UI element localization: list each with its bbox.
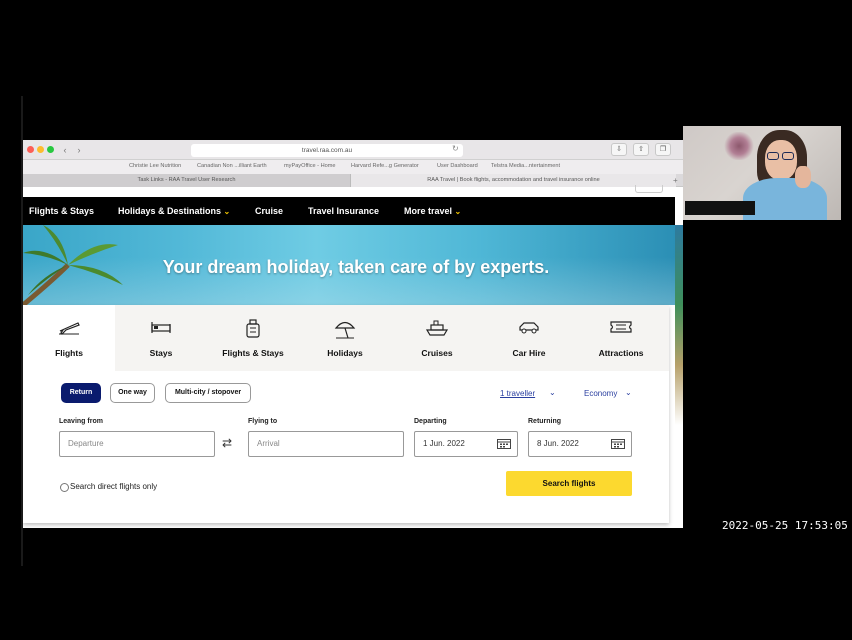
zoom-window-button[interactable]	[47, 146, 54, 153]
tab-label: Car Hire	[512, 348, 546, 358]
nav-label: More travel	[404, 206, 453, 216]
back-arrow-icon[interactable]: ‹	[59, 144, 71, 156]
nav-flights-stays[interactable]: Flights & Stays	[29, 206, 94, 216]
travellers-selector[interactable]: 1 traveller	[500, 389, 535, 398]
tab-car-hire[interactable]: Car Hire	[483, 305, 575, 371]
browser-titlebar: ‹ › travel.raa.com.au ↻ ⇩ ⇧ ❐	[23, 140, 683, 160]
tab-label: Flights	[55, 348, 83, 358]
bookmark-item[interactable]: Christie Lee Nutrition	[129, 163, 181, 169]
bookmark-item[interactable]: Harvard Refe...g Generator	[351, 163, 419, 169]
person-hand	[795, 166, 811, 188]
chevron-down-icon[interactable]: ⌄	[549, 388, 556, 397]
bookmark-item[interactable]: User Dashboard	[437, 163, 478, 169]
hero-title: Your dream holiday, taken care of by exp…	[162, 257, 550, 277]
site-navigation: Flights & Stays Holidays & Destinations …	[23, 197, 675, 225]
nav-cruise[interactable]: Cruise	[255, 206, 283, 216]
close-window-button[interactable]	[27, 146, 34, 153]
flight-search-widget: Flights Stays Flights & Stays Holidays C…	[23, 305, 669, 523]
tab-label: Attractions	[598, 348, 644, 358]
browser-tab-strip: Task Links - RAA Travel User Research RA…	[23, 174, 683, 187]
tab-attractions[interactable]: Attractions	[575, 305, 667, 371]
glasses-shape	[767, 152, 779, 160]
tab-cruises[interactable]: Cruises	[391, 305, 483, 371]
beach-umbrella-icon	[334, 321, 356, 339]
returning-label: Returning	[528, 418, 562, 425]
chevron-down-icon[interactable]: ⌄	[625, 388, 632, 397]
chevron-down-icon: ⌄	[454, 207, 462, 216]
flying-to-label: Flying to	[248, 418, 278, 425]
search-flights-button[interactable]: Search flights	[506, 471, 632, 496]
bookmark-item[interactable]: Canadian Non ...illiant Earth	[197, 163, 267, 169]
new-tab-icon[interactable]: +	[673, 174, 678, 187]
bookmark-item[interactable]: Telstra Media...ntertainment	[491, 163, 560, 169]
cabin-class-selector[interactable]: Economy	[584, 389, 617, 398]
ticket-icon	[610, 321, 632, 333]
swap-locations-icon[interactable]: ⇄	[222, 436, 232, 450]
download-icon[interactable]: ⇩	[611, 143, 627, 156]
departing-label: Departing	[414, 418, 447, 425]
tab-label: Holidays	[327, 348, 363, 358]
tab-label: Stays	[149, 348, 173, 358]
tab-flights[interactable]: Flights	[23, 305, 115, 371]
bed-icon	[151, 322, 171, 333]
tab-holidays[interactable]: Holidays	[299, 305, 391, 371]
page-top-strip	[23, 185, 683, 197]
car-icon	[519, 322, 539, 334]
return-trip-button[interactable]: Return	[61, 383, 101, 403]
glasses-shape	[782, 152, 794, 160]
bookmarks-bar: Christie Lee Nutrition Canadian Non ...i…	[23, 160, 683, 174]
reload-icon[interactable]: ↻	[452, 144, 459, 153]
header-widget	[635, 185, 663, 193]
luggage-icon	[246, 319, 260, 338]
tab-stays[interactable]: Stays	[115, 305, 207, 371]
chevron-down-icon: ⌄	[223, 207, 231, 216]
calendar-icon[interactable]	[611, 438, 625, 449]
share-icon[interactable]: ⇧	[633, 143, 649, 156]
participant-name-bar	[685, 201, 755, 215]
tabs-overview-icon[interactable]: ❐	[655, 143, 671, 156]
product-tabs: Flights Stays Flights & Stays Holidays C…	[23, 305, 669, 371]
minimize-window-button[interactable]	[37, 146, 44, 153]
browser-tab[interactable]: Task Links - RAA Travel User Research	[23, 174, 350, 187]
address-bar[interactable]: travel.raa.com.au	[191, 144, 463, 157]
tab-label: Flights & Stays	[222, 348, 284, 358]
browser-tab-active[interactable]: RAA Travel | Book flights, accommodation…	[350, 174, 676, 187]
web-page: Flights & Stays Holidays & Destinations …	[23, 185, 683, 528]
tab-label: Cruises	[421, 348, 453, 358]
one-way-trip-button[interactable]: One way	[110, 383, 155, 403]
ship-icon	[425, 320, 449, 336]
person-body	[743, 178, 827, 220]
plane-icon	[59, 322, 80, 335]
nav-holidays-destinations[interactable]: Holidays & Destinations ⌄	[118, 206, 230, 216]
browser-window: ‹ › travel.raa.com.au ↻ ⇩ ⇧ ❐ Christie L…	[23, 140, 683, 528]
leaving-from-label: Leaving from	[59, 418, 103, 425]
nav-label: Holidays & Destinations	[118, 206, 222, 216]
webcam-overlay	[683, 126, 841, 220]
person-face	[765, 140, 797, 180]
wall-art-image	[723, 132, 755, 160]
multi-city-trip-button[interactable]: Multi-city / stopover	[165, 383, 251, 403]
arrival-input[interactable]: Arrival	[248, 431, 404, 457]
calendar-icon[interactable]	[497, 438, 511, 449]
direct-flights-label[interactable]: Search direct flights only	[70, 482, 157, 491]
nav-more-travel[interactable]: More travel ⌄	[404, 206, 461, 216]
tab-flights-and-stays[interactable]: Flights & Stays	[207, 305, 299, 371]
recording-timestamp: 2022-05-25 17:53:05	[722, 519, 848, 532]
forward-arrow-icon[interactable]: ›	[73, 144, 85, 156]
background-photo-edge	[675, 225, 683, 425]
hero-banner: Your dream holiday, taken care of by exp…	[23, 225, 675, 305]
departure-input[interactable]: Departure	[59, 431, 215, 457]
direct-flights-radio[interactable]	[60, 483, 69, 492]
bookmark-item[interactable]: myPayOffice - Home	[284, 163, 336, 169]
nav-travel-insurance[interactable]: Travel Insurance	[308, 206, 379, 216]
